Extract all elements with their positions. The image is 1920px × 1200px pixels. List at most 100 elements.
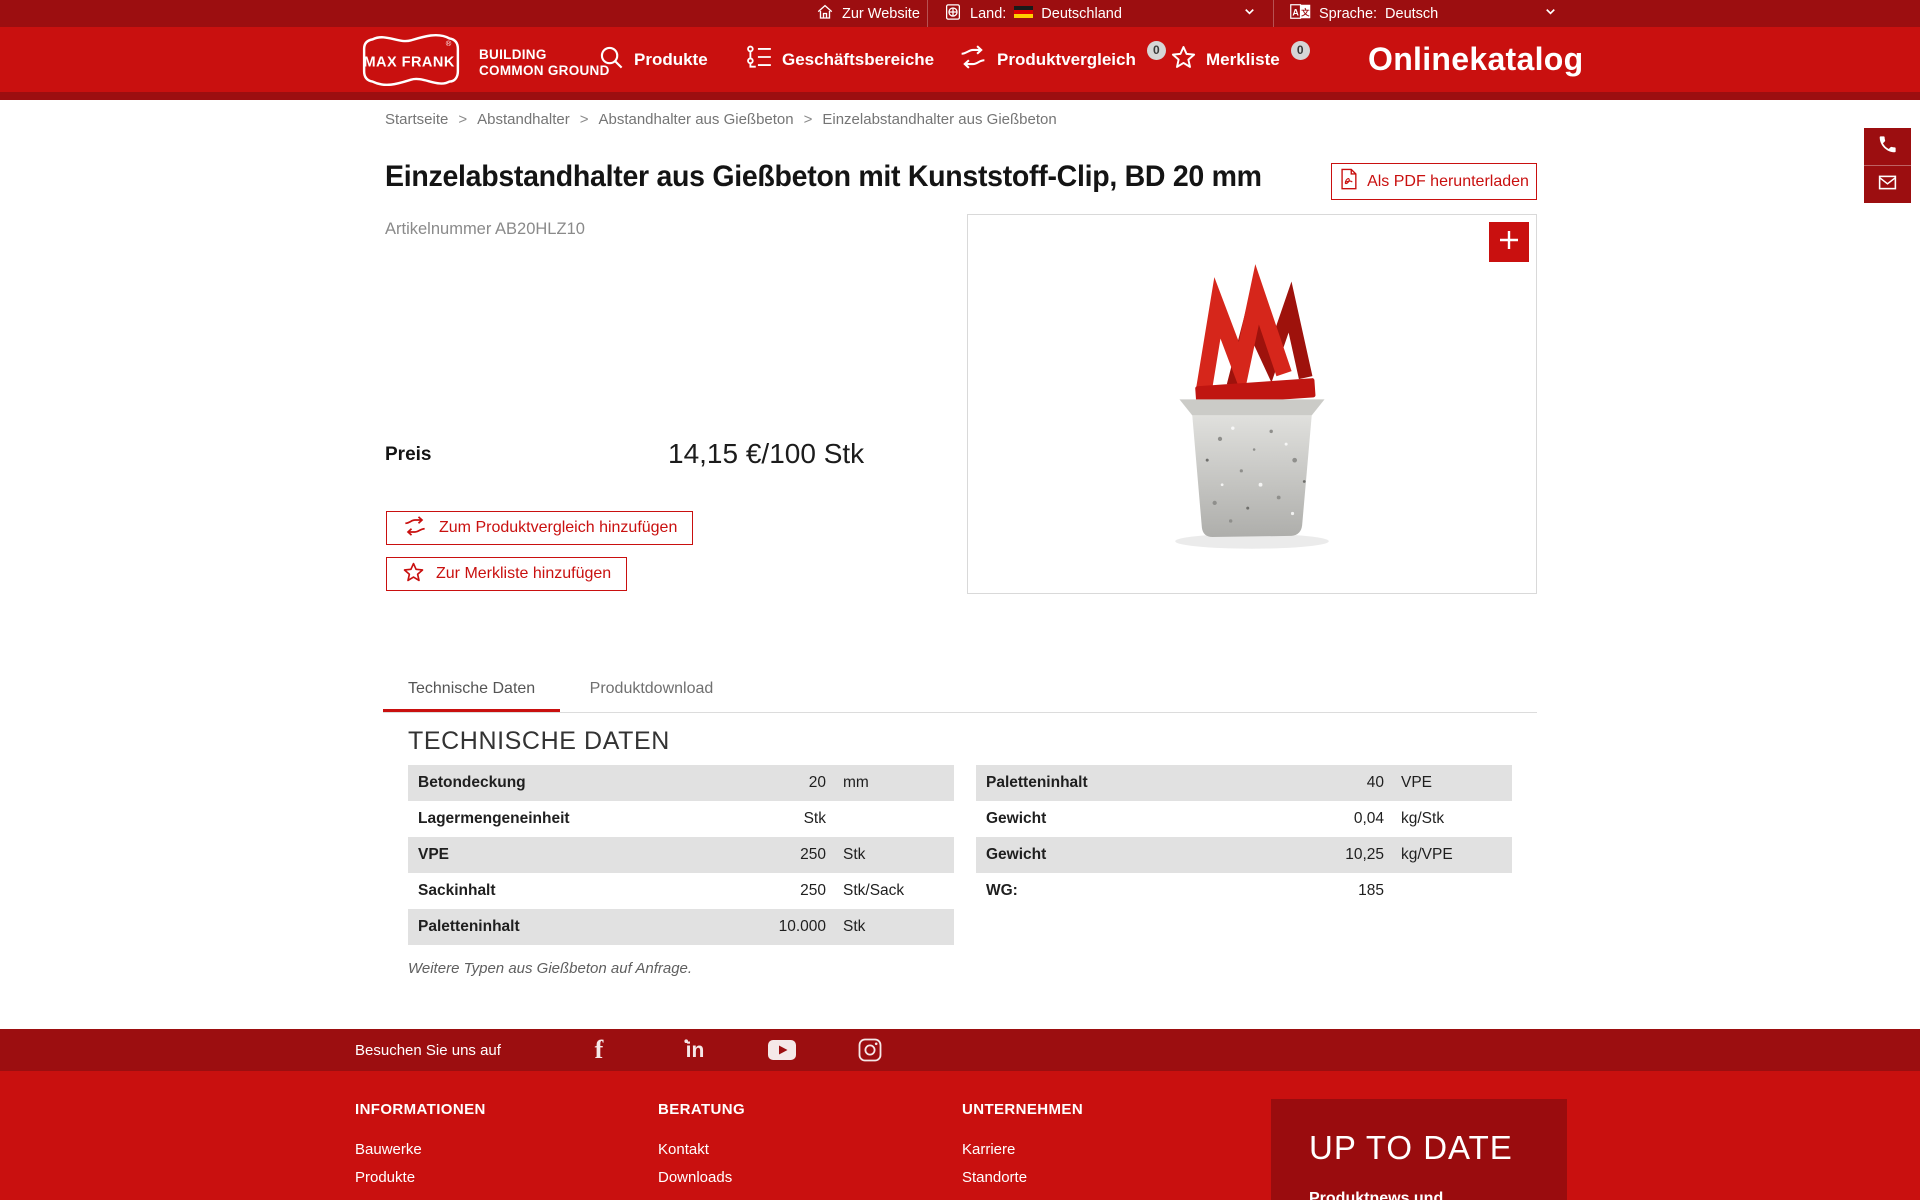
row-label: Gewicht <box>976 846 1272 864</box>
footer-heading: INFORMATIONEN <box>355 1101 486 1118</box>
top-utility-bar: Zur Website Land: Deutschland <box>0 0 1920 27</box>
website-link[interactable]: Zur Website <box>810 0 927 27</box>
language-value: Deutsch <box>1385 6 1438 22</box>
add-to-compare-label: Zum Produktvergleich hinzufügen <box>439 519 677 537</box>
image-zoom-button[interactable] <box>1489 222 1529 262</box>
nav-produkte[interactable]: Produkte <box>598 27 708 92</box>
technical-data-note: Weitere Typen aus Gießbeton auf Anfrage. <box>408 960 692 977</box>
row-value: 185 <box>1272 882 1384 900</box>
svg-text:文: 文 <box>1301 7 1310 17</box>
page: Zur Website Land: Deutschland <box>0 0 1920 1200</box>
row-label: Sackinhalt <box>408 882 714 900</box>
row-label: Gewicht <box>976 810 1272 828</box>
nav-label: Produktvergleich <box>997 50 1136 70</box>
plus-icon <box>1497 228 1521 257</box>
breadcrumb-separator: > <box>580 111 589 128</box>
chevron-down-icon <box>1242 4 1257 23</box>
footer-link-bauwerke[interactable]: Bauwerke <box>355 1141 486 1158</box>
footer-link-kontakt[interactable]: Kontakt <box>658 1141 745 1158</box>
tab-produktdownload[interactable]: Produktdownload <box>565 668 739 712</box>
nav-produktvergleich[interactable]: Produktvergleich 0 <box>958 27 1166 92</box>
sitemap-icon <box>745 44 773 75</box>
table-row: VPE 250 Stk <box>408 837 954 873</box>
instagram-icon[interactable] <box>858 1029 882 1071</box>
merkliste-count-badge: 0 <box>1291 41 1310 60</box>
search-icon <box>598 44 625 76</box>
main-header: MAX FRANK ® BUILDING COMMON GROUND Produ… <box>0 27 1920 100</box>
chevron-down-icon <box>1543 4 1558 23</box>
compare-icon <box>402 515 428 542</box>
language-selector[interactable]: A 文 Sprache: Deutsch <box>1274 0 1574 27</box>
footer-link-karriere[interactable]: Karriere <box>962 1141 1083 1158</box>
row-label: Lagermengeneinheit <box>408 810 714 828</box>
row-value: 20 <box>714 774 826 792</box>
mail-button[interactable] <box>1864 165 1911 203</box>
country-selector[interactable]: Land: Deutschland <box>928 0 1273 27</box>
nav-geschaeftsbereiche[interactable]: Geschäftsbereiche <box>745 27 934 92</box>
atlas-icon <box>944 3 962 25</box>
row-value: 0,04 <box>1272 810 1384 828</box>
footer-col-informationen: INFORMATIONEN Bauwerke Produkte <box>355 1101 486 1197</box>
max-frank-logo-mark: MAX FRANK ® <box>355 30 467 95</box>
download-pdf-label: Als PDF herunterladen <box>1367 173 1529 191</box>
footer-heading: BERATUNG <box>658 1101 745 1118</box>
technical-data-table-right: Paletteninhalt 40 VPE Gewicht 0,04 kg/St… <box>976 765 1512 909</box>
translate-icon: A 文 <box>1290 4 1311 23</box>
table-row: Paletteninhalt 40 VPE <box>976 765 1512 801</box>
logo-tagline: BUILDING COMMON GROUND <box>479 47 610 79</box>
download-pdf-button[interactable]: Als PDF herunterladen <box>1331 163 1537 200</box>
linkedin-icon[interactable]: in <box>681 1029 709 1071</box>
row-unit: Stk/Sack <box>826 882 954 900</box>
svg-text:in: in <box>686 1039 705 1062</box>
footer-link-standorte[interactable]: Standorte <box>962 1169 1083 1186</box>
country-label: Land: <box>970 6 1006 22</box>
table-row: Paletteninhalt 10.000 Stk <box>408 909 954 945</box>
article-number: Artikelnummer AB20HLZ10 <box>385 220 585 239</box>
row-label: Paletteninhalt <box>976 774 1272 792</box>
footer: Besuchen Sie uns auf f in <box>0 1029 1920 1200</box>
add-to-wishlist-button[interactable]: Zur Merkliste hinzufügen <box>386 557 627 591</box>
svg-text:A: A <box>1292 7 1299 17</box>
website-link-label: Zur Website <box>842 6 920 22</box>
pdf-file-icon <box>1339 168 1358 195</box>
footer-heading: UNTERNEHMEN <box>962 1101 1083 1118</box>
row-label: Paletteninhalt <box>408 918 714 936</box>
row-label: Betondeckung <box>408 774 714 792</box>
product-image <box>1092 242 1412 567</box>
social-label: Besuchen Sie uns auf <box>355 1029 501 1071</box>
up-to-date-text: Produktnews und technisches Know- <box>1309 1190 1529 1200</box>
product-image-frame <box>967 214 1537 594</box>
add-to-compare-button[interactable]: Zum Produktvergleich hinzufügen <box>386 511 693 545</box>
table-row: Gewicht 10,25 kg/VPE <box>976 837 1512 873</box>
produktvergleich-count-badge: 0 <box>1147 41 1166 60</box>
phone-icon <box>1877 134 1898 160</box>
contact-quick-actions <box>1864 128 1911 203</box>
breadcrumb-abstandhalter[interactable]: Abstandhalter <box>477 111 570 128</box>
nav-merkliste[interactable]: Merkliste 0 <box>1170 27 1310 92</box>
row-unit: mm <box>826 774 954 792</box>
footer-link-downloads[interactable]: Downloads <box>658 1169 745 1186</box>
social-bar: Besuchen Sie uns auf f in <box>0 1029 1920 1071</box>
star-icon <box>402 561 425 588</box>
app-title: Onlinekatalog <box>1368 27 1584 92</box>
facebook-icon[interactable]: f <box>592 1029 606 1071</box>
nav-label: Geschäftsbereiche <box>782 50 934 70</box>
breadcrumb-abstandhalter-giessbeton[interactable]: Abstandhalter aus Gießbeton <box>598 111 793 128</box>
max-frank-logo[interactable]: MAX FRANK ® BUILDING COMMON GROUND <box>355 30 610 95</box>
country-value: Deutschland <box>1041 6 1122 22</box>
row-value: 250 <box>714 882 826 900</box>
phone-button[interactable] <box>1864 128 1911 165</box>
row-unit: kg/Stk <box>1384 810 1512 828</box>
germany-flag-icon <box>1014 6 1033 22</box>
svg-text:MAX FRANK: MAX FRANK <box>363 55 454 71</box>
svg-text:f: f <box>595 1037 604 1063</box>
breadcrumb-startseite[interactable]: Startseite <box>385 111 448 128</box>
section-heading-technische-daten: TECHNISCHE DATEN <box>408 727 670 756</box>
table-row: Gewicht 0,04 kg/Stk <box>976 801 1512 837</box>
breadcrumb-separator: > <box>458 111 467 128</box>
price-label: Preis <box>385 444 431 466</box>
tab-technische-daten[interactable]: Technische Daten <box>383 668 560 712</box>
footer-link-produkte[interactable]: Produkte <box>355 1169 486 1186</box>
table-row: Sackinhalt 250 Stk/Sack <box>408 873 954 909</box>
youtube-icon[interactable] <box>768 1029 796 1071</box>
